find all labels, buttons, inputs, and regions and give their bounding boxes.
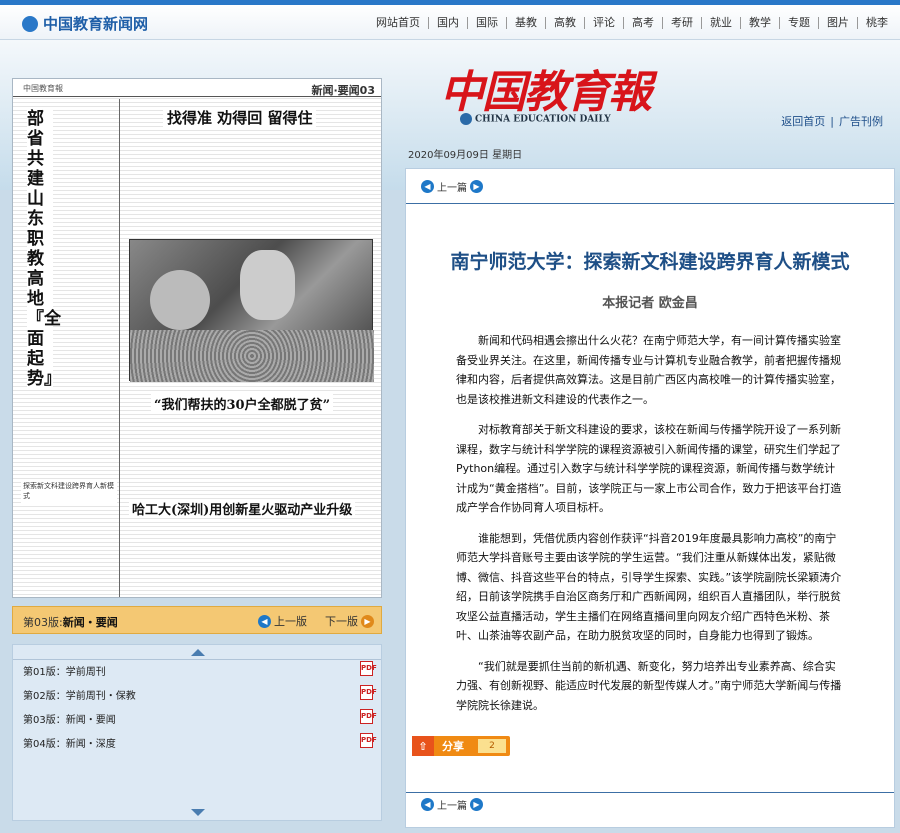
nav-item[interactable]: 图片 (818, 17, 857, 29)
paper-headline-1[interactable]: 找得准 劝得回 留得住 (163, 107, 317, 128)
article-paragraph: 新闻和代码相遇会擦出什么火花？在南宁师范大学，有一间计算传播实验室备受业界关注。… (456, 334, 841, 406)
version-name: 新闻・要闻 (62, 616, 118, 629)
prev-article-top[interactable]: ◀ 上一篇 ▶ (418, 179, 486, 194)
next-version-button[interactable]: 下一版 ▶ (325, 613, 377, 629)
prev-version-button[interactable]: ◀ 上一版 (255, 613, 307, 629)
paper-headline-3[interactable]: 哈工大(深圳)用创新星火驱动产业升级 (129, 499, 356, 518)
article-panel: ◀ 上一篇 ▶ 南宁师范大学：探索新文科建设跨界育人新模式 本报记者 欧金昌 新闻和… (405, 168, 895, 828)
article-paragraph: 对标教育部关于新文科建设的要求，该校在新闻与传播学院开设了一系列新课程，数字与统… (456, 423, 842, 514)
header-links: 返回首页 | 广告刊例 (776, 113, 888, 129)
logo-icon (22, 15, 38, 32)
arrow-right-icon: ▶ (470, 180, 483, 193)
share-count: 2 (478, 739, 506, 753)
article-author: 本报记者 欧金昌 (602, 296, 698, 311)
article-paragraph: 谁能想到，凭借优质内容创作获评“抖音2019年度最具影响力高校”的南宁师范大学抖… (456, 531, 842, 643)
newspaper-page-image[interactable]: 中国教育報 新闻·要闻03 部省共建山东职教高地『全面起势』 找得准 劝得回 留… (12, 78, 382, 598)
edition-item[interactable]: 第03版：新闻・要闻 PDF (23, 709, 377, 726)
share-icon: ⇧ (412, 736, 434, 756)
nav-item[interactable]: 高教 (545, 17, 584, 29)
paper-masthead-small: 中国教育報 (23, 84, 63, 93)
scroll-up-icon[interactable] (191, 649, 205, 656)
nav-item[interactable]: 教学 (740, 17, 779, 29)
top-nav: 网站首页 国内 国际 基教 高教 评论 高考 考研 就业 教学 专题 图片 桃李 (368, 17, 896, 29)
edition-item[interactable]: 第02版：学前周刊・保教 PDF (23, 685, 377, 702)
version-bar: 第03版:新闻・要闻 ◀ 上一版 下一版 ▶ (12, 606, 382, 634)
pdf-icon[interactable]: PDF (360, 733, 377, 748)
prev-article-bottom[interactable]: ◀ 上一篇 ▶ (418, 797, 486, 812)
nav-item[interactable]: 就业 (701, 17, 740, 29)
nav-item[interactable]: 考研 (662, 17, 701, 29)
masthead-subtitle: CHINA EDUCATION DAILY (460, 113, 611, 125)
nav-item[interactable]: 国内 (428, 17, 467, 29)
nav-item[interactable]: 基教 (506, 17, 545, 29)
nav-item[interactable]: 高考 (623, 17, 662, 29)
article-body: 新闻和代码相遇会擦出什么火花？在南宁师范大学，有一间计算传播实验室备受业界关注。… (456, 331, 844, 726)
top-bar: 中国教育新闻网 网站首页 国内 国际 基教 高教 评论 高考 考研 就业 教学 专题 图片 桃李 (0, 0, 900, 40)
pdf-icon[interactable]: PDF (360, 661, 377, 676)
home-link[interactable]: 返回首页 (776, 115, 830, 128)
nav-item[interactable]: 国际 (467, 17, 506, 29)
edition-item[interactable]: 第04版：新闻・深度 PDF (23, 733, 377, 750)
nav-item[interactable]: 专题 (779, 17, 818, 29)
paper-photo (129, 239, 374, 382)
paper-vertical-headline[interactable]: 部省共建山东职教高地『全面起势』 (27, 109, 61, 389)
edition-item[interactable]: 第01版：学前周刊 PDF (23, 661, 377, 678)
pdf-icon[interactable]: PDF (360, 685, 377, 700)
edition-list: 第01版：学前周刊 PDF 第02版：学前周刊・保教 PDF 第03版：新闻・要闻 PDF… (12, 644, 382, 821)
arrow-right-icon: ▶ (470, 798, 483, 811)
masthead-logo: 中国教育報 (440, 67, 652, 118)
share-button[interactable]: ⇧ 分享 2 (412, 736, 510, 756)
site-logo[interactable]: 中国教育新闻网 (22, 13, 148, 34)
paper-side-note[interactable]: 探索新文科建设跨界育人新模式 (21, 479, 117, 503)
nav-item[interactable]: 桃李 (857, 17, 896, 29)
ad-link[interactable]: 广告刊例 (834, 115, 888, 128)
arrow-right-icon: ▶ (361, 614, 374, 628)
pdf-icon[interactable]: PDF (360, 709, 377, 724)
issue-date: 2020年09月09日 星期日 (408, 150, 523, 161)
version-prefix: 第03版: (23, 616, 63, 629)
article-paragraph: “我们就是要抓住当前的新机遇、新变化，努力培养出专业素养高、综合实力强、有创新视… (456, 659, 842, 712)
scroll-down-icon[interactable] (191, 809, 205, 816)
article-title: 南宁师范大学：探索新文科建设跨界育人新模式 (450, 251, 850, 273)
paper-edition-title: 新闻·要闻03 (311, 84, 376, 97)
nav-item[interactable]: 评论 (584, 17, 623, 29)
paper-headline-2[interactable]: “我们帮扶的30户全都脱了贫” (151, 394, 334, 413)
arrow-left-icon: ◀ (258, 614, 271, 628)
nav-item[interactable]: 网站首页 (368, 17, 428, 29)
globe-icon (460, 113, 472, 125)
arrow-left-icon: ◀ (421, 180, 434, 193)
arrow-left-icon: ◀ (421, 798, 434, 811)
